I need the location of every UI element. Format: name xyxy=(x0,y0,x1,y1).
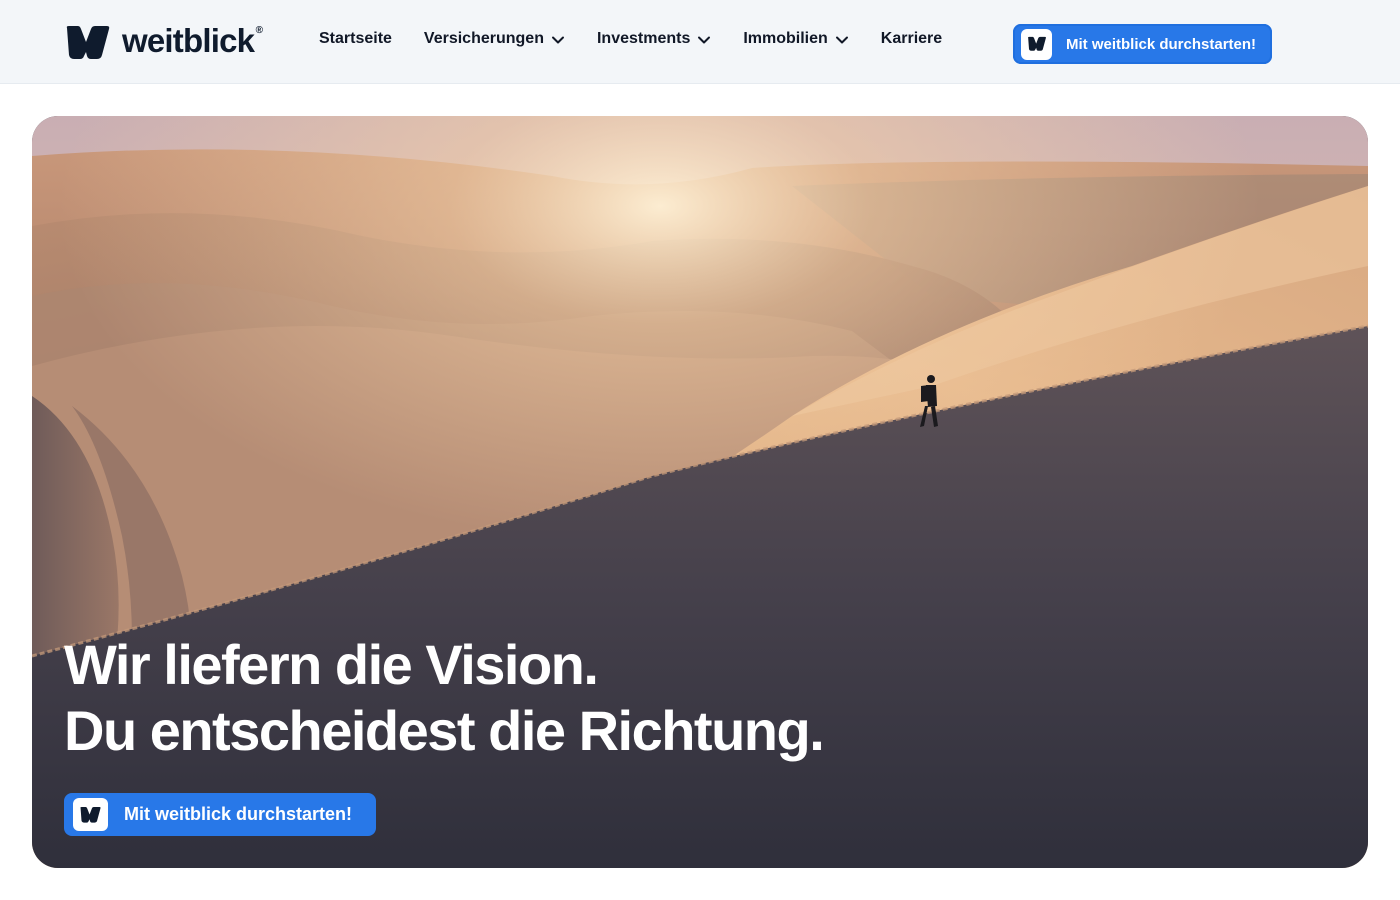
weitblick-logo-icon xyxy=(1027,36,1046,51)
hero-cta-label: Mit weitblick durchstarten! xyxy=(124,804,353,824)
nav-item-startseite[interactable]: Startseite xyxy=(319,30,392,48)
chevron-down-icon xyxy=(698,36,711,43)
chevron-down-icon xyxy=(551,36,564,43)
nav-label: Immobilien xyxy=(743,30,828,47)
site-header: weitblick ® Startseite Versicherungen Inv… xyxy=(0,0,1400,84)
nav-label: Karriere xyxy=(880,30,943,47)
cta-icon-box xyxy=(73,798,108,831)
main-nav: Startseite Versicherungen Investments Im… xyxy=(319,30,942,48)
nav-label: Versicherungen xyxy=(423,30,544,47)
hero-headline-line-1: Wir liefern die Vision. xyxy=(64,633,599,696)
hero-headline-line-2: Du entscheidest die Richtung. xyxy=(64,699,825,762)
header-cta-label: Mit weitblick durchstarten! xyxy=(1066,35,1257,53)
brand-logo[interactable]: weitblick ® xyxy=(64,22,263,62)
nav-item-versicherungen[interactable]: Versicherungen xyxy=(424,30,565,48)
nav-label: Investments xyxy=(596,30,691,47)
nav-label: Startseite xyxy=(319,30,392,47)
weitblick-logo-icon xyxy=(66,26,110,59)
cta-icon-box xyxy=(1021,28,1052,60)
hero-headline: Wir liefern die Vision. Du entscheidest … xyxy=(64,632,825,764)
chevron-down-icon xyxy=(835,36,848,43)
hero-cta-button[interactable]: Mit weitblick durchstarten! xyxy=(64,793,376,836)
weitblick-logo-icon xyxy=(80,806,101,823)
nav-item-karriere[interactable]: Karriere xyxy=(881,30,942,48)
nav-item-immobilien[interactable]: Immobilien xyxy=(743,30,848,48)
brand-name: weitblick ® xyxy=(122,22,263,59)
nav-item-investments[interactable]: Investments xyxy=(597,30,711,48)
header-cta-button[interactable]: Mit weitblick durchstarten! xyxy=(1013,24,1272,64)
hero-banner: Wir liefern die Vision. Du entscheidest … xyxy=(32,116,1368,868)
